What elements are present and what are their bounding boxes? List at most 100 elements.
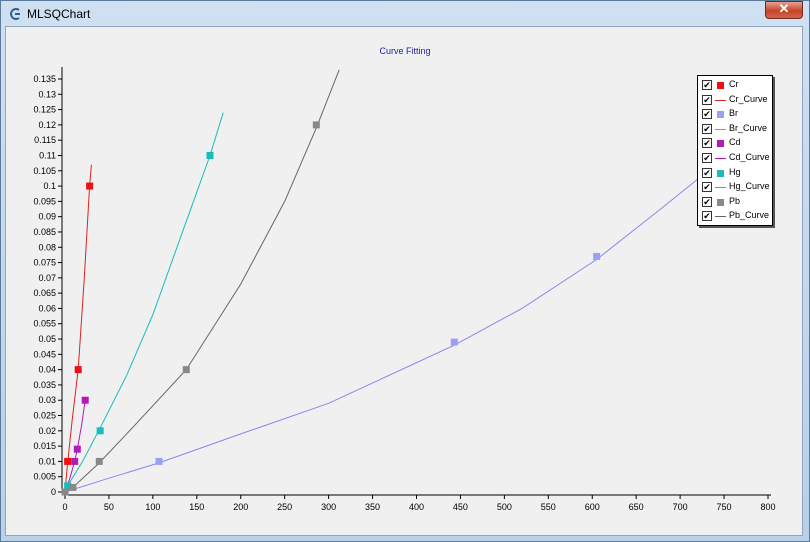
y-tick-label: 0.115 [34, 135, 56, 145]
y-tick-label: 0.08 [38, 242, 56, 252]
br-point [593, 252, 601, 260]
cd-point [81, 396, 89, 404]
legend-checkbox[interactable]: ✔ [702, 138, 712, 149]
legend-label: Cr [729, 79, 739, 89]
legend-label: Br_Curve [729, 122, 768, 133]
legend-label: Cd_Curve [729, 152, 770, 162]
pb-point [69, 483, 77, 491]
square-swatch-icon [717, 111, 724, 119]
x-tick-label: 550 [541, 502, 556, 512]
x-tick-label: 650 [629, 502, 644, 512]
cr-point [86, 182, 94, 190]
pb-point [61, 488, 69, 496]
hg-curve-line [64, 112, 224, 493]
legend-label: Pb [729, 195, 741, 206]
legend-item-cd-curve[interactable]: ✔ Cd_Curve [700, 151, 772, 165]
data-points [61, 121, 712, 496]
y-tick-label: 0.13 [38, 89, 56, 99]
x-tick-label: 350 [365, 502, 380, 512]
x-tick-label: 400 [409, 502, 424, 512]
y-tick-label: 0.01 [38, 456, 56, 466]
legend-checkbox[interactable]: ✔ [702, 80, 712, 90]
y-tick-label: 0.11 [39, 150, 56, 160]
y-tick-label: 0.03 [38, 395, 56, 405]
y-tick-label: 0.02 [38, 426, 56, 436]
y-tick-label: 0.035 [33, 380, 56, 390]
pb-curve-line [64, 69, 340, 493]
cd-point [73, 445, 81, 453]
legend-item-cr[interactable]: ✔ Cr [700, 78, 772, 92]
chart-title: Curve Fitting [379, 46, 430, 56]
legend-label: Cd [729, 137, 741, 148]
legend-item-br-curve[interactable]: ✔ Br_Curve [700, 122, 772, 136]
y-tick-label: 0.105 [33, 166, 56, 176]
legend-item-cr-curve[interactable]: ✔ Cr_Curve [700, 93, 772, 107]
line-swatch-icon [715, 187, 726, 189]
y-tick-label: 0.015 [33, 441, 56, 451]
cr-point [64, 457, 72, 465]
axes: 0 0.005 0.01 0.015 0.02 0.025 0.03 0.035 0.04 0.0… [33, 67, 776, 512]
legend-item-hg-curve[interactable]: ✔ Hg_Curve [700, 180, 772, 194]
y-tick-label: 0.12 [38, 120, 56, 130]
legend-item-pb[interactable]: ✔ Pb [700, 195, 772, 209]
y-tick-label: 0.095 [33, 196, 56, 206]
legend-label: Br [729, 108, 738, 119]
x-tick-label: 700 [673, 502, 688, 512]
square-swatch-icon [717, 140, 724, 148]
y-tick-label: 0.135 [33, 74, 56, 84]
y-tick-label: 0.055 [33, 319, 56, 329]
pb-point [182, 366, 190, 374]
y-tick-label: 0.05 [38, 334, 56, 344]
y-tick-label: 0.085 [33, 227, 56, 237]
line-swatch-icon [715, 99, 726, 101]
x-tick-label: 600 [585, 502, 600, 512]
line-swatch-icon [715, 216, 726, 218]
y-tick-label: 0.045 [33, 349, 56, 359]
legend-item-pb-curve[interactable]: ✔ Pb_Curve [700, 209, 772, 223]
cr-point [74, 366, 82, 374]
x-tick-label: 100 [145, 502, 160, 512]
cd-point [71, 457, 79, 465]
x-tick-label: 750 [717, 502, 732, 512]
legend-checkbox[interactable]: ✔ [702, 109, 712, 120]
y-tick-label: 0.125 [33, 105, 56, 115]
hg-point [206, 151, 214, 159]
square-swatch-icon [717, 82, 724, 89]
hg-point [96, 427, 104, 435]
y-tick-label: 0.025 [33, 411, 56, 421]
pb-point [312, 121, 320, 129]
x-tick-label: 0 [62, 502, 67, 512]
y-tick-label: 0 [51, 487, 56, 497]
square-swatch-icon [717, 198, 724, 206]
br-point [450, 338, 458, 346]
y-tick-label: 0.005 [33, 472, 56, 482]
legend-label: Cr_Curve [729, 93, 768, 104]
legend-item-cd[interactable]: ✔ Cd [700, 136, 772, 150]
y-tick-label: 0.09 [38, 212, 56, 222]
x-tick-label: 250 [277, 502, 292, 512]
legend-item-hg[interactable]: ✔ Hg [700, 166, 772, 180]
y-tick-label: 0.075 [33, 258, 56, 268]
legend-checkbox[interactable]: ✔ [702, 211, 712, 222]
legend-checkbox[interactable]: ✔ [702, 167, 712, 178]
legend-checkbox[interactable]: ✔ [702, 182, 712, 193]
curve-lines [64, 69, 769, 493]
legend-checkbox[interactable]: ✔ [702, 123, 712, 134]
legend-checkbox[interactable]: ✔ [702, 94, 712, 105]
legend-item-br[interactable]: ✔ Br [700, 107, 772, 121]
legend-label: Hg_Curve [729, 181, 770, 192]
y-tick-label: 0.04 [38, 365, 56, 375]
chart-legend: ✔ Cr ✔ Cr_Curve ✔ Br ✔ Br_Curve ✔ Cd ✔ Cd_Curve ✔ Hg ✔… [697, 75, 773, 226]
x-tick-label: 50 [104, 502, 114, 512]
legend-checkbox[interactable]: ✔ [702, 196, 712, 207]
x-tick-label: 300 [321, 502, 336, 512]
x-tick-label: 200 [233, 502, 248, 512]
legend-checkbox[interactable]: ✔ [702, 153, 712, 163]
line-swatch-icon [715, 128, 726, 130]
br-curve-line [64, 115, 769, 493]
x-tick-label: 500 [497, 502, 512, 512]
line-swatch-icon [715, 158, 726, 159]
x-tick-label: 450 [453, 502, 468, 512]
y-tick-label: 0.065 [33, 288, 56, 298]
square-swatch-icon [717, 169, 724, 177]
